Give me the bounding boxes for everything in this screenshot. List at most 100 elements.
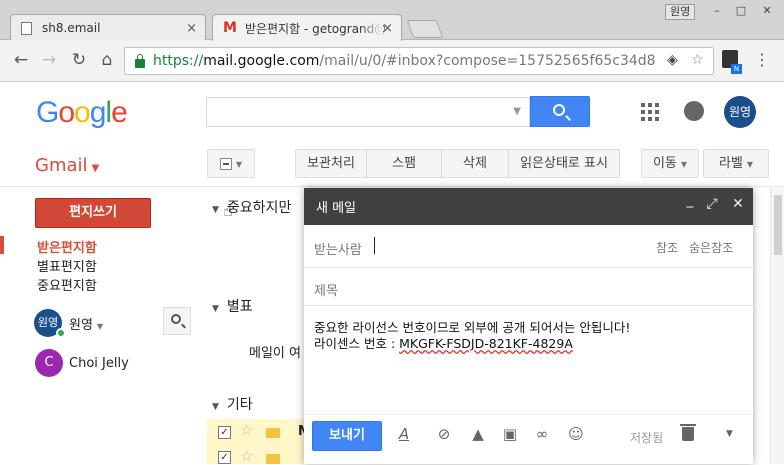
window-user-badge[interactable]: 원영 <box>665 4 696 20</box>
gmail-icon: M <box>223 20 237 36</box>
photo-icon[interactable]: ▣ <box>500 425 520 443</box>
bcc-link[interactable]: 숨은참조 <box>689 239 733 256</box>
section-other[interactable]: ▼ 기타 <box>212 394 253 414</box>
collapse-triangle-icon: ▼ <box>212 304 219 314</box>
url-scheme: https:// <box>153 53 204 69</box>
address-bar[interactable]: https://mail.google.com/mail/u/0/#inbox?… <box>124 47 714 75</box>
forward-icon[interactable]: → <box>38 49 60 71</box>
tab-title: sh8.email <box>42 21 101 35</box>
search-icon <box>171 314 181 324</box>
tab-gmail-inbox[interactable]: M 받은편지함 - getogrand@ × <box>212 14 402 41</box>
minimize-icon[interactable]: _ <box>680 192 700 208</box>
contact-avatar[interactable]: C <box>35 349 63 377</box>
mark-read-button[interactable]: 읽은상태로 표시 <box>508 149 620 178</box>
search-icon <box>553 104 565 116</box>
section-starred[interactable]: ▼ 별표 <box>212 296 253 316</box>
expand-icon[interactable]: ⤢ <box>702 196 722 212</box>
hangouts-user-menu[interactable]: 원영 ▼ <box>69 314 103 333</box>
hand-cursor-icon: ☝ <box>223 201 233 220</box>
active-indicator <box>0 236 4 254</box>
star-icon[interactable]: ☆ <box>240 421 253 439</box>
close-icon[interactable]: ✕ <box>728 196 748 212</box>
compose-footer: 보내기 A ⊘ ▲ ▣ ∞ ☺ 저장됨 ▼ <box>304 414 753 464</box>
browser-toolbar: ← → ↻ ⌂ https://mail.google.com/mail/u/0… <box>0 40 784 82</box>
chevron-down-icon: ▼ <box>235 160 243 169</box>
body-line-1: 중요한 라이선스 번호이므로 외부에 공개 되어서는 안됩니다! <box>314 320 631 335</box>
mail-search-input[interactable]: ▼ <box>206 97 530 127</box>
to-label: 받는사람 <box>314 243 362 258</box>
labels-button[interactable]: 라벨 ▼ <box>703 149 769 178</box>
trash-icon[interactable] <box>680 424 696 441</box>
document-icon <box>21 21 32 35</box>
reload-icon[interactable]: ↻ <box>68 49 90 71</box>
compose-window: 새 메일 _ ⤢ ✕ 받는사람 참조 숨은참조 제목 중요한 라이선스 번호이므… <box>304 188 753 464</box>
close-tab-icon[interactable]: × <box>186 21 197 36</box>
home-icon[interactable]: ⌂ <box>96 49 118 71</box>
delete-button[interactable]: 삭제 <box>441 149 509 178</box>
collapse-triangle-icon: ▼ <box>212 205 219 215</box>
sidebar-item-inbox[interactable]: 받은편지함 <box>37 237 97 256</box>
move-button[interactable]: 이동 ▼ <box>641 149 699 178</box>
importance-tag-icon[interactable] <box>266 428 280 438</box>
row-checkbox[interactable]: ✓ <box>218 451 231 464</box>
link-icon[interactable]: ∞ <box>532 425 552 443</box>
account-avatar[interactable]: 원영 <box>724 96 756 128</box>
compose-button[interactable]: 편지쓰기 <box>35 198 151 228</box>
drive-icon[interactable]: ▲ <box>468 425 488 443</box>
saved-status: 저장됨 <box>630 431 664 445</box>
divider <box>0 186 784 187</box>
more-options-caret-icon[interactable]: ▼ <box>726 429 733 439</box>
formatting-icon[interactable]: A <box>394 425 414 443</box>
checkbox-icon <box>219 157 232 170</box>
extension-diamond-icon[interactable]: ◈ <box>667 52 678 68</box>
archive-button[interactable]: 보관처리 <box>295 149 367 178</box>
emoji-icon[interactable]: ☺ <box>566 425 586 443</box>
scrollbar[interactable] <box>770 187 784 464</box>
recipients-field[interactable]: 받는사람 참조 숨은참조 <box>304 225 753 268</box>
new-tab-button[interactable] <box>406 20 444 38</box>
maximize-window-icon[interactable]: □ <box>730 4 752 20</box>
apps-grid-icon[interactable] <box>641 103 659 121</box>
cc-link[interactable]: 참조 <box>656 239 678 256</box>
chrome-menu-icon[interactable]: ⋮ <box>754 50 770 69</box>
back-icon[interactable]: ← <box>10 49 32 71</box>
license-code: MKGFK-FSDJD-821KF-4829A <box>399 336 573 351</box>
send-button[interactable]: 보내기 <box>312 421 382 451</box>
subject-placeholder: 제목 <box>314 284 338 299</box>
chevron-down-icon: ▼ <box>91 163 100 174</box>
bookmark-star-icon[interactable]: ☆ <box>691 52 704 68</box>
close-window-icon[interactable]: ✕ <box>756 4 778 20</box>
spam-button[interactable]: 스팸 <box>366 149 442 178</box>
search-button[interactable] <box>530 96 590 127</box>
sidebar-item-important[interactable]: 중요편지함 <box>37 275 97 294</box>
close-tab-icon[interactable]: × <box>382 21 393 36</box>
starred-empty-text: 메일이 여 <box>249 346 301 361</box>
scroll-thumb[interactable] <box>774 195 782 255</box>
notifications-bell-icon[interactable] <box>684 101 704 121</box>
contact-name[interactable]: Choi Jelly <box>69 356 129 371</box>
sidebar-item-starred[interactable]: 별표편지함 <box>37 256 97 275</box>
chevron-down-icon: ▼ <box>746 160 754 169</box>
row-checkbox[interactable]: ✓ <box>218 426 231 439</box>
google-logo[interactable]: Google <box>36 96 128 130</box>
attach-icon[interactable]: ⊘ <box>434 425 454 443</box>
importance-tag-icon[interactable] <box>266 454 280 464</box>
gmail-menu[interactable]: Gmail ▼ <box>35 155 99 176</box>
url-host: mail.google.com <box>203 53 320 69</box>
search-options-caret-icon[interactable]: ▼ <box>513 106 521 117</box>
star-icon[interactable]: ☆ <box>240 447 253 465</box>
message-body[interactable]: 중요한 라이선스 번호이므로 외부에 공개 되어서는 안됩니다! 라이센스 번호… <box>314 320 630 352</box>
collapse-triangle-icon: ▼ <box>212 402 219 412</box>
chevron-down-icon: ▼ <box>680 160 688 169</box>
text-caret <box>374 237 375 254</box>
body-line-2: 라이센스 번호 : MKGFK-FSDJD-821KF-4829A <box>314 336 573 351</box>
select-all-checkbox[interactable]: ▼ <box>207 149 255 178</box>
subject-field[interactable]: 제목 <box>304 268 753 306</box>
tab-sh8-email[interactable]: sh8.email × <box>10 14 206 41</box>
minimize-window-icon[interactable]: – <box>706 4 728 20</box>
online-status-icon <box>56 328 66 338</box>
compose-title: 새 메일 <box>316 201 357 216</box>
lock-icon <box>135 53 145 68</box>
browser-titlebar: sh8.email × M 받은편지함 - getogrand@ × 원영 – … <box>0 0 784 41</box>
hangouts-search-button[interactable] <box>163 307 191 335</box>
